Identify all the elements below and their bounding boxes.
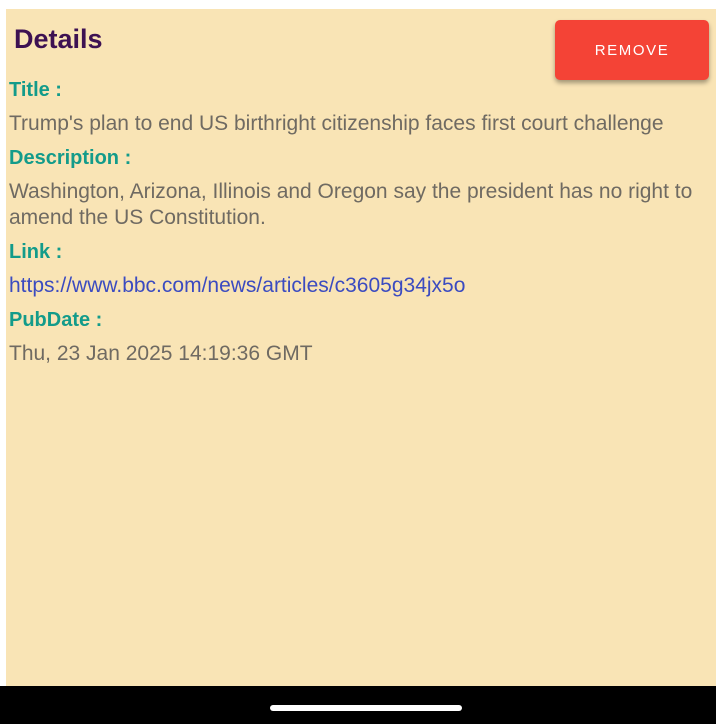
description-label: Description : [9, 147, 132, 169]
title-label: Title : [9, 79, 62, 101]
remove-button[interactable]: REMOVE [555, 20, 709, 80]
navigation-bar [0, 686, 716, 724]
page-title: Details [14, 24, 103, 54]
title-value: Trump's plan to end US birthright citize… [9, 112, 664, 135]
pubdate-label: PubDate : [9, 309, 103, 331]
description-value: Washington, Arizona, Illinois and Oregon… [9, 180, 693, 229]
article-link[interactable]: https://www.bbc.com/news/articles/c3605g… [9, 273, 716, 299]
details-content: Title : Trump's plan to end US birthrigh… [9, 77, 716, 375]
link-label: Link : [9, 241, 63, 263]
details-screen: Details REMOVE Title : Trump's plan to e… [6, 9, 716, 724]
home-indicator[interactable] [270, 705, 462, 711]
pubdate-value: Thu, 23 Jan 2025 14:19:36 GMT [9, 342, 313, 365]
